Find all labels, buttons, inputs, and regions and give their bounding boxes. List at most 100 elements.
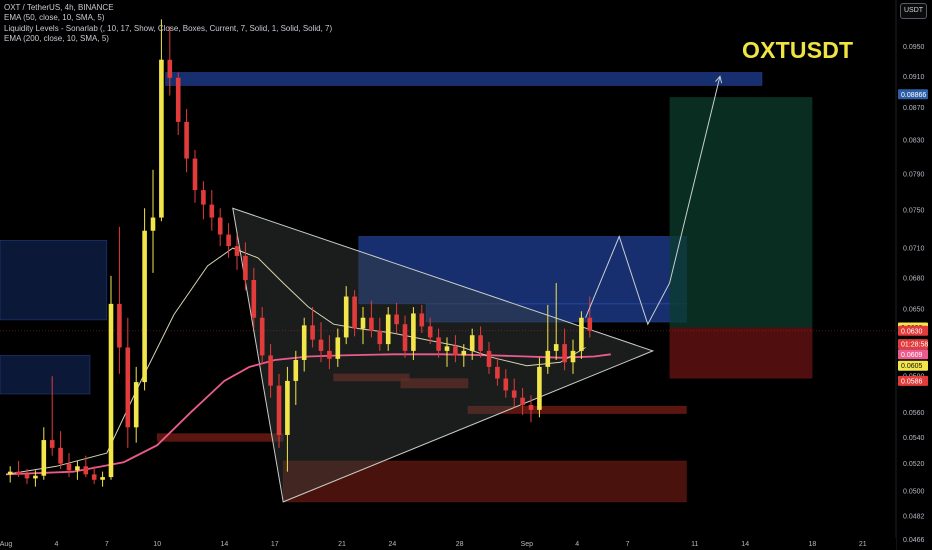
legend-ema50[interactable]: EMA (50, close, 10, SMA, 5) (4, 13, 332, 23)
candle-body (217, 217, 223, 235)
time-tick-label: 18 (809, 541, 817, 548)
candle-body (377, 330, 383, 345)
time-tick-label: Aug (0, 541, 12, 548)
time-tick-label: 7 (626, 541, 630, 548)
price-tick-label: 0.0482 (903, 514, 925, 521)
liquidity-zone-red (156, 433, 284, 442)
candle-body (133, 382, 139, 428)
price-tick-label: 0.0650 (903, 307, 925, 314)
candle-body (285, 380, 290, 435)
candle-body (360, 317, 366, 329)
price-tick-label: 0.0466 (903, 537, 925, 544)
candle-body (461, 350, 467, 356)
candle-body (167, 59, 173, 78)
time-tick-label: 17 (271, 541, 279, 548)
candle-body (142, 230, 147, 383)
candle-body (503, 378, 509, 391)
candle-body (385, 314, 391, 345)
price-label-text: 0.08866 (901, 92, 926, 99)
time-tick-label: 11 (691, 541, 698, 548)
candle-body (453, 346, 458, 356)
candle-body (293, 359, 299, 381)
time-tick-label: 28 (456, 541, 464, 548)
candle-body (175, 77, 181, 122)
liquidity-zone-blue (165, 72, 763, 86)
candle-body (469, 335, 475, 351)
candle-body (327, 350, 332, 359)
price-label-text: 0.0630 (901, 328, 923, 335)
candle-body (108, 303, 114, 478)
candle-body (75, 466, 80, 471)
time-tick-label: Sep (521, 541, 534, 548)
candle-body (411, 313, 416, 351)
time-tick-label: 14 (741, 541, 749, 548)
price-label-text: 0.0586 (901, 378, 923, 385)
candle-body (159, 59, 164, 218)
candle-body (16, 471, 21, 475)
candle-body (66, 463, 72, 471)
candle-body (24, 474, 30, 479)
candle-body (41, 440, 47, 476)
candle-body (243, 255, 248, 280)
price-tick-label: 0.0540 (903, 435, 925, 442)
candle-body (268, 355, 273, 386)
price-tick-label: 0.0560 (903, 410, 925, 417)
candle-body (587, 317, 593, 331)
price-tick-label: 0.0950 (903, 44, 925, 51)
legend-ema200[interactable]: EMA (200, close, 10, SMA, 5) (4, 34, 332, 44)
time-tick-label: 10 (153, 541, 161, 548)
candle-body (259, 317, 265, 356)
price-chart[interactable]: 0.10000.09500.09100.08700.08300.07900.07… (0, 0, 932, 550)
candle-body (427, 326, 433, 338)
time-tick-label: 21 (338, 541, 346, 548)
candle-body (276, 385, 282, 435)
candle-body (419, 313, 425, 327)
candle-body (100, 477, 105, 480)
candle-body (520, 397, 525, 405)
chart-title: OXTUSDT (742, 37, 854, 63)
currency-button[interactable]: USDT (900, 3, 927, 19)
candle-body (511, 390, 517, 398)
candle-body (184, 121, 189, 159)
candle-body (49, 440, 55, 448)
candle-body (402, 324, 408, 351)
chart-legend: OXT / TetherUS, 4h, BINANCE EMA (50, clo… (4, 3, 332, 45)
price-label-text: 01:28:58 (901, 342, 928, 349)
time-tick-label: 21 (859, 541, 867, 548)
candle-body (579, 317, 584, 351)
candle-body (33, 475, 38, 479)
candle-body (83, 466, 89, 475)
time-axis: Aug 4 7 10 14 17 21 24 28 Sep 4 7 11 14 18 21 (0, 538, 896, 550)
candle-body (58, 447, 63, 464)
candle-body (343, 296, 349, 338)
candle-body (318, 339, 324, 351)
candle-body (150, 217, 156, 231)
price-tick-label: 0.0710 (903, 246, 925, 253)
candle-body (478, 335, 483, 351)
candle-body (335, 337, 341, 359)
candle-body (251, 279, 257, 318)
time-tick-label: 14 (221, 541, 229, 548)
candle-body (310, 325, 315, 340)
legend-symbol[interactable]: OXT / TetherUS, 4h, BINANCE (4, 3, 332, 13)
candle-body (495, 366, 500, 379)
candle-body (301, 325, 307, 360)
price-label-text: 0.0605 (901, 363, 923, 370)
candle-body (486, 350, 492, 367)
candle-body (545, 350, 551, 367)
price-tick-label: 0.0750 (903, 208, 925, 215)
legend-liquidity-levels[interactable]: Liquidity Levels - Sonarlab (, 10, 17, S… (4, 24, 332, 34)
candle-body (125, 347, 131, 428)
price-tick-label: 0.0680 (903, 275, 925, 282)
price-tick-label: 0.0910 (903, 74, 925, 81)
candle-body (209, 204, 215, 218)
liquidity-zone-blue (0, 355, 91, 395)
candle-body (91, 474, 97, 480)
time-tick-label: 24 (389, 541, 397, 548)
candle-body (117, 303, 122, 348)
price-tick-label: 0.0790 (903, 172, 925, 179)
time-tick-label: 4 (575, 541, 579, 548)
candle-body (226, 234, 231, 247)
candle-body (444, 346, 450, 351)
price-tick-label: 0.0870 (903, 105, 925, 112)
